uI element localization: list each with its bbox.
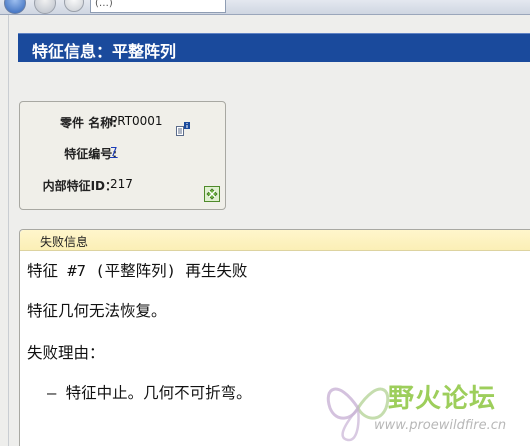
back-button[interactable]	[4, 0, 26, 14]
browser-toolbar: (…)	[0, 0, 530, 15]
internal-id-row: 内部特征ID： 217	[20, 177, 225, 195]
refresh-button[interactable]	[64, 0, 84, 12]
failure-reason-label: 失败理由：	[27, 344, 105, 362]
failure-detail: 特征几何无法恢复。	[27, 302, 167, 320]
failure-panel-header: 失败信息	[20, 230, 530, 251]
info-icon[interactable]	[176, 122, 190, 138]
failure-reason-item: – 特征中止。几何不可折弯。	[47, 384, 252, 402]
forward-button[interactable]	[34, 0, 56, 14]
part-name-label: 零件 名称:	[60, 116, 117, 130]
part-name-row: 零件 名称: PRT0001	[20, 114, 225, 136]
failure-message: 特征 #7 (平整阵列) 再生失败	[27, 262, 248, 280]
internal-id-value: 217	[110, 177, 133, 191]
feature-number-row: 特征编号: 7	[20, 145, 225, 202]
failure-header-text: 失败信息	[40, 235, 89, 249]
failure-panel: 失败信息 特征 #7 (平整阵列) 再生失败 特征几何无法恢复。 失败理由： –…	[19, 229, 530, 446]
part-name-value: PRT0001	[110, 114, 163, 128]
page-edge	[8, 15, 9, 446]
internal-id-label: 内部特征ID：	[42, 179, 117, 193]
properties-panel: 零件 名称: PRT0001 特征编号: 7 内部特征ID： 217	[19, 101, 226, 210]
title-bar: 特征信息：平整阵列	[18, 33, 530, 62]
feature-number-link[interactable]: 7	[110, 145, 118, 159]
address-bar[interactable]: (…)	[90, 0, 226, 13]
page-title: 特征信息：平整阵列	[32, 42, 177, 61]
